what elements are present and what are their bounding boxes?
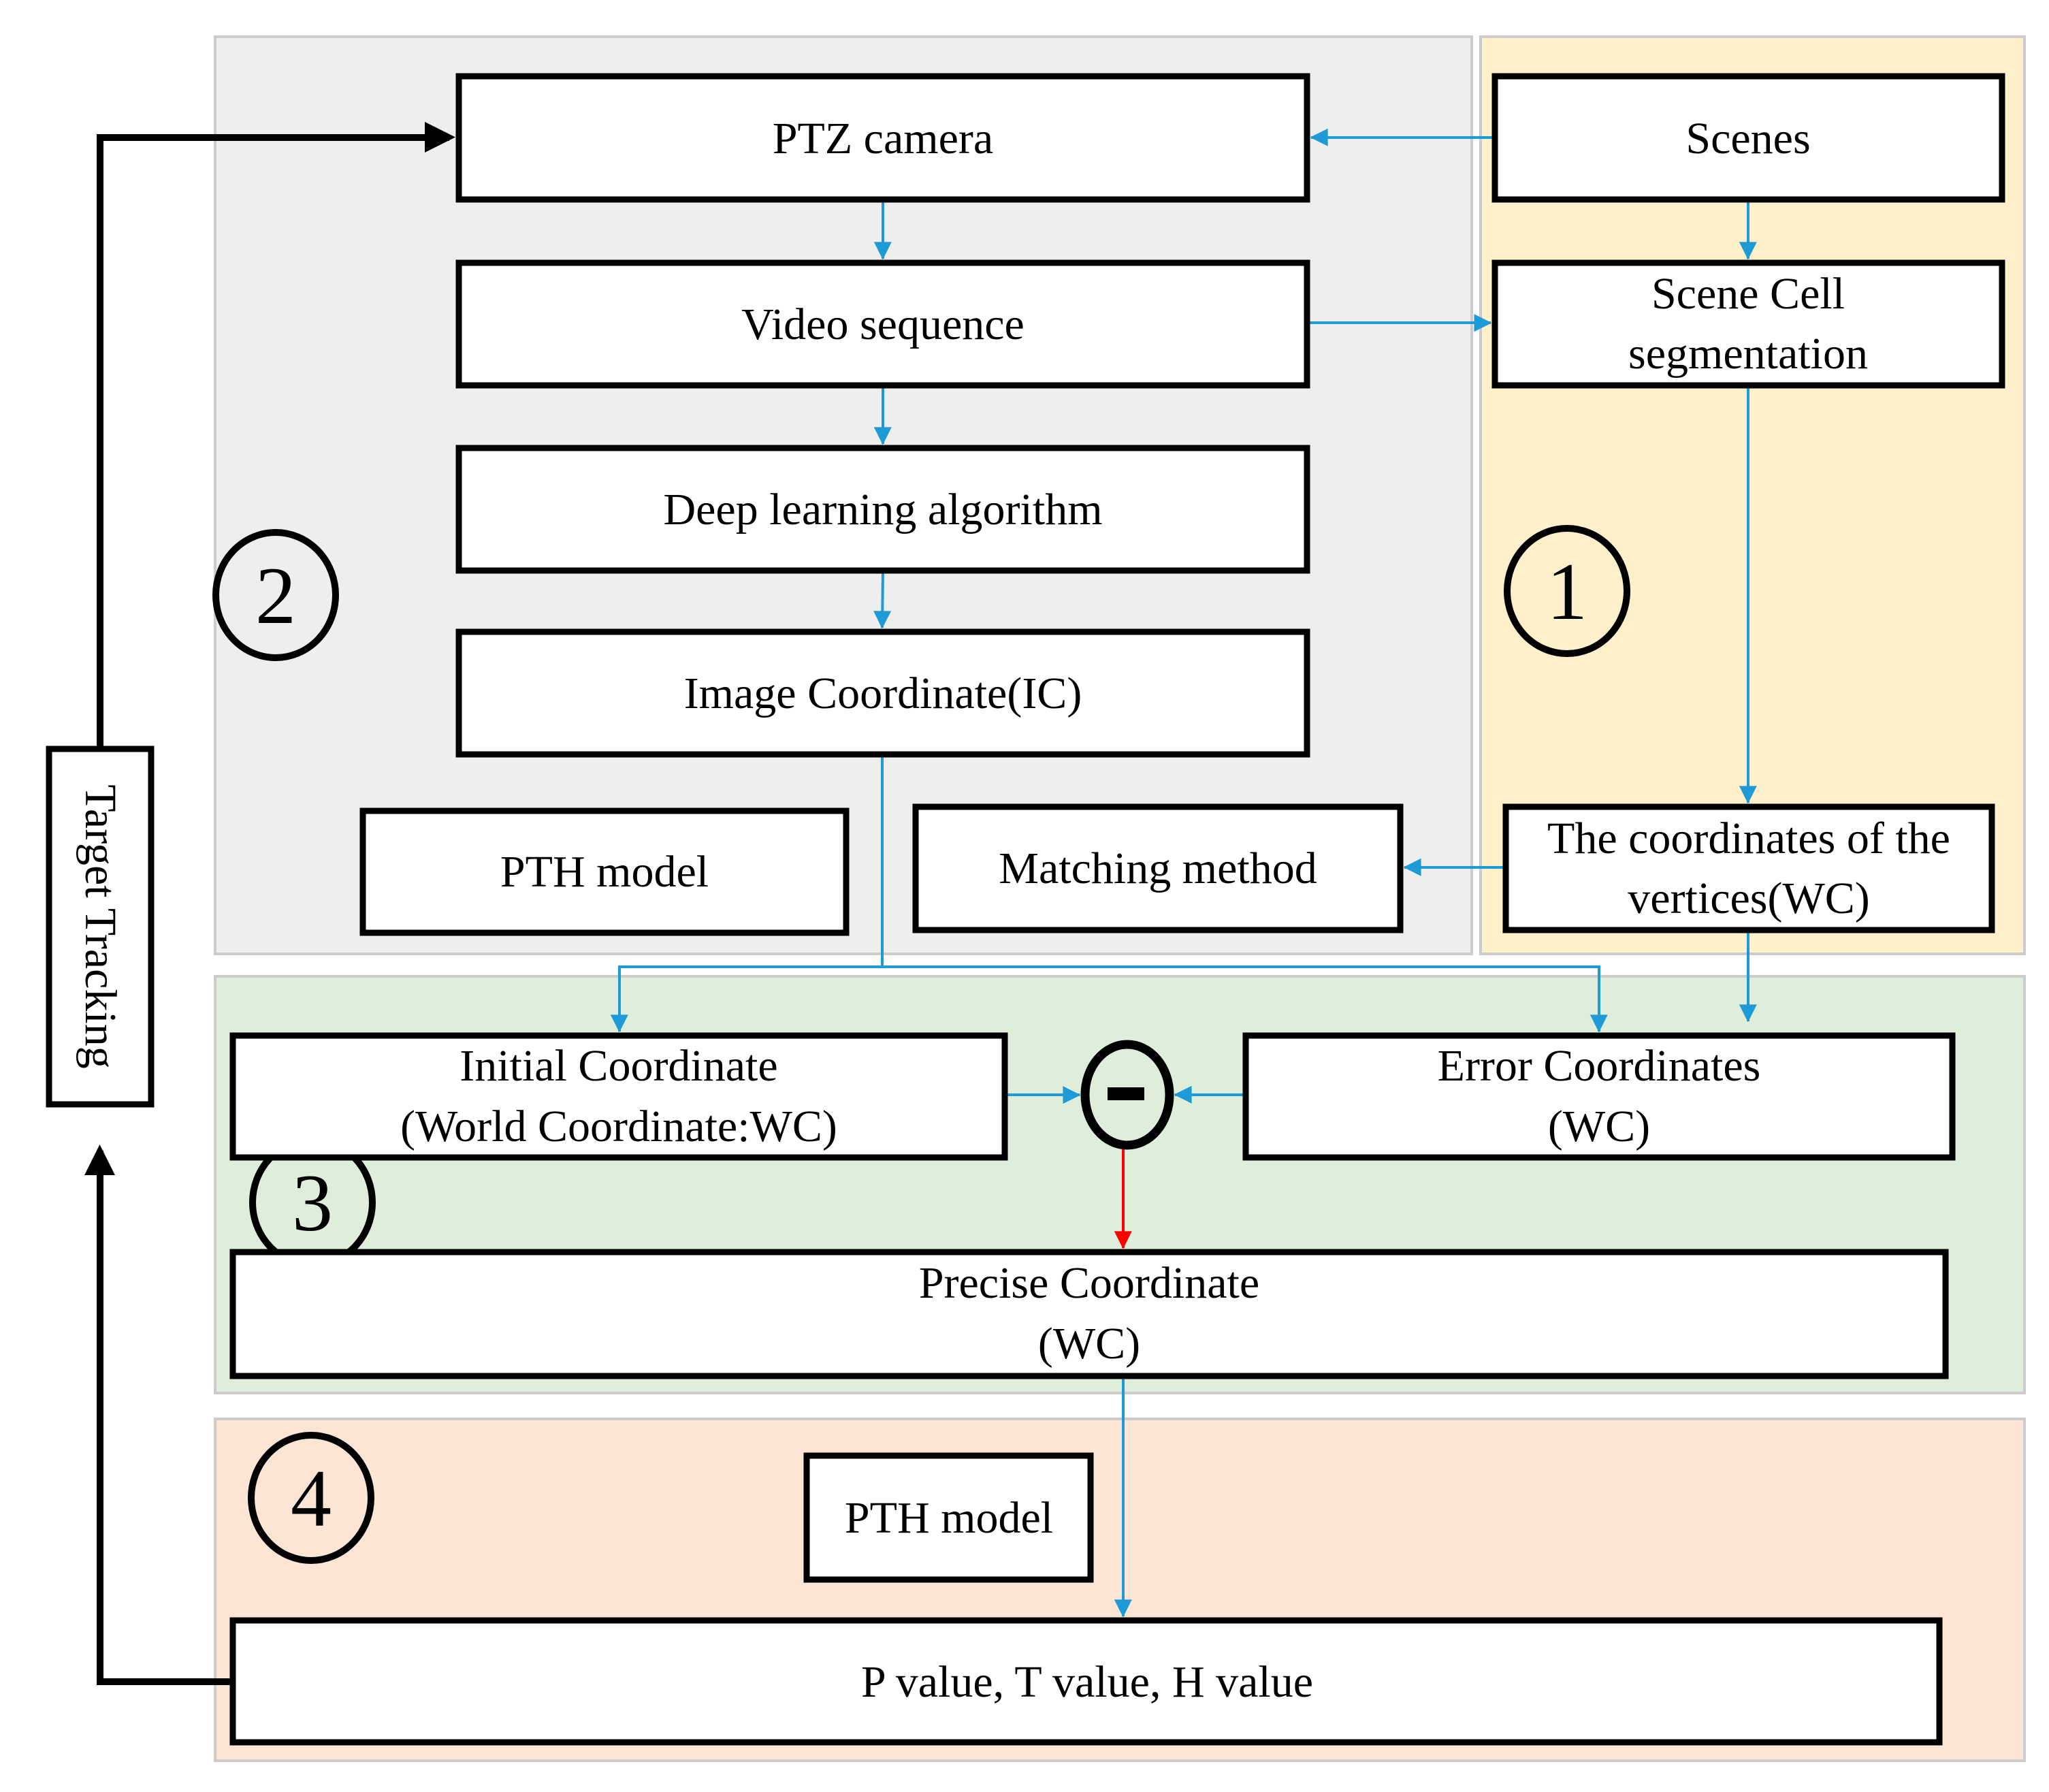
svg-text:(World Coordinate:WC): (World Coordinate:WC) xyxy=(400,1102,837,1151)
svg-text:Initial Coordinate: Initial Coordinate xyxy=(459,1041,777,1091)
scene-cell-segmentation-node: Scene Cell segmentation xyxy=(1491,259,2005,389)
svg-text:Target Tracking: Target Tracking xyxy=(76,784,125,1069)
minus-icon xyxy=(1108,1087,1144,1100)
svg-text:Error Coordinates: Error Coordinates xyxy=(1438,1041,1761,1091)
svg-text:Precise Coordinate: Precise Coordinate xyxy=(919,1258,1259,1308)
flow-diagram: 2 1 3 4 PTZ camera Video sequence Deep l… xyxy=(46,35,2026,1762)
target-tracking-node: Target Tracking xyxy=(46,746,155,1108)
svg-text:4: 4 xyxy=(291,1453,332,1543)
vertices-coordinates-node: The coordinates of the vertices(WC) xyxy=(1502,803,1995,933)
svg-text:Deep learning algorithm: Deep learning algorithm xyxy=(663,485,1102,534)
svg-text:Video sequence: Video sequence xyxy=(741,300,1024,349)
arrow-deep-to-image xyxy=(873,570,892,629)
scenes-node: Scenes xyxy=(1491,73,2005,203)
deep-learning-node: Deep learning algorithm xyxy=(455,445,1310,574)
svg-text:vertices(WC): vertices(WC) xyxy=(1628,874,1870,923)
svg-text:PTH model: PTH model xyxy=(500,847,709,897)
matching-method-node: Matching method xyxy=(912,803,1404,933)
svg-text:(WC): (WC) xyxy=(1548,1102,1650,1151)
svg-text:Scenes: Scenes xyxy=(1685,114,1810,163)
svg-text:(WC): (WC) xyxy=(1038,1319,1140,1369)
svg-text:Image Coordinate(IC): Image Coordinate(IC) xyxy=(684,669,1082,718)
ptz-camera-node: PTZ camera xyxy=(455,73,1310,203)
error-coordinates-node: Error Coordinates (WC) xyxy=(1242,1032,1956,1161)
svg-text:PTH model: PTH model xyxy=(845,1493,1053,1543)
svg-text:Scene Cell: Scene Cell xyxy=(1651,269,1845,319)
svg-text:2: 2 xyxy=(255,550,296,641)
svg-text:PTZ camera: PTZ camera xyxy=(773,114,993,163)
pth-values-node: P value, T value, H value xyxy=(229,1617,1943,1746)
svg-text:segmentation: segmentation xyxy=(1628,329,1868,379)
initial-coordinate-node: Initial Coordinate (World Coordinate:WC) xyxy=(229,1032,1008,1161)
precise-coordinate-node: Precise Coordinate (WC) xyxy=(229,1249,1949,1379)
pth-model-top-node: PTH model xyxy=(359,807,850,936)
image-coordinate-node: Image Coordinate(IC) xyxy=(455,628,1310,758)
video-sequence-node: Video sequence xyxy=(455,259,1310,389)
svg-text:3: 3 xyxy=(292,1157,333,1248)
svg-text:P value, T value, H value: P value, T value, H value xyxy=(861,1657,1313,1707)
pth-model-bottom-node: PTH model xyxy=(803,1452,1094,1583)
svg-text:1: 1 xyxy=(1547,546,1587,637)
svg-text:Matching method: Matching method xyxy=(999,844,1317,893)
svg-text:The coordinates of the: The coordinates of the xyxy=(1547,814,1950,863)
